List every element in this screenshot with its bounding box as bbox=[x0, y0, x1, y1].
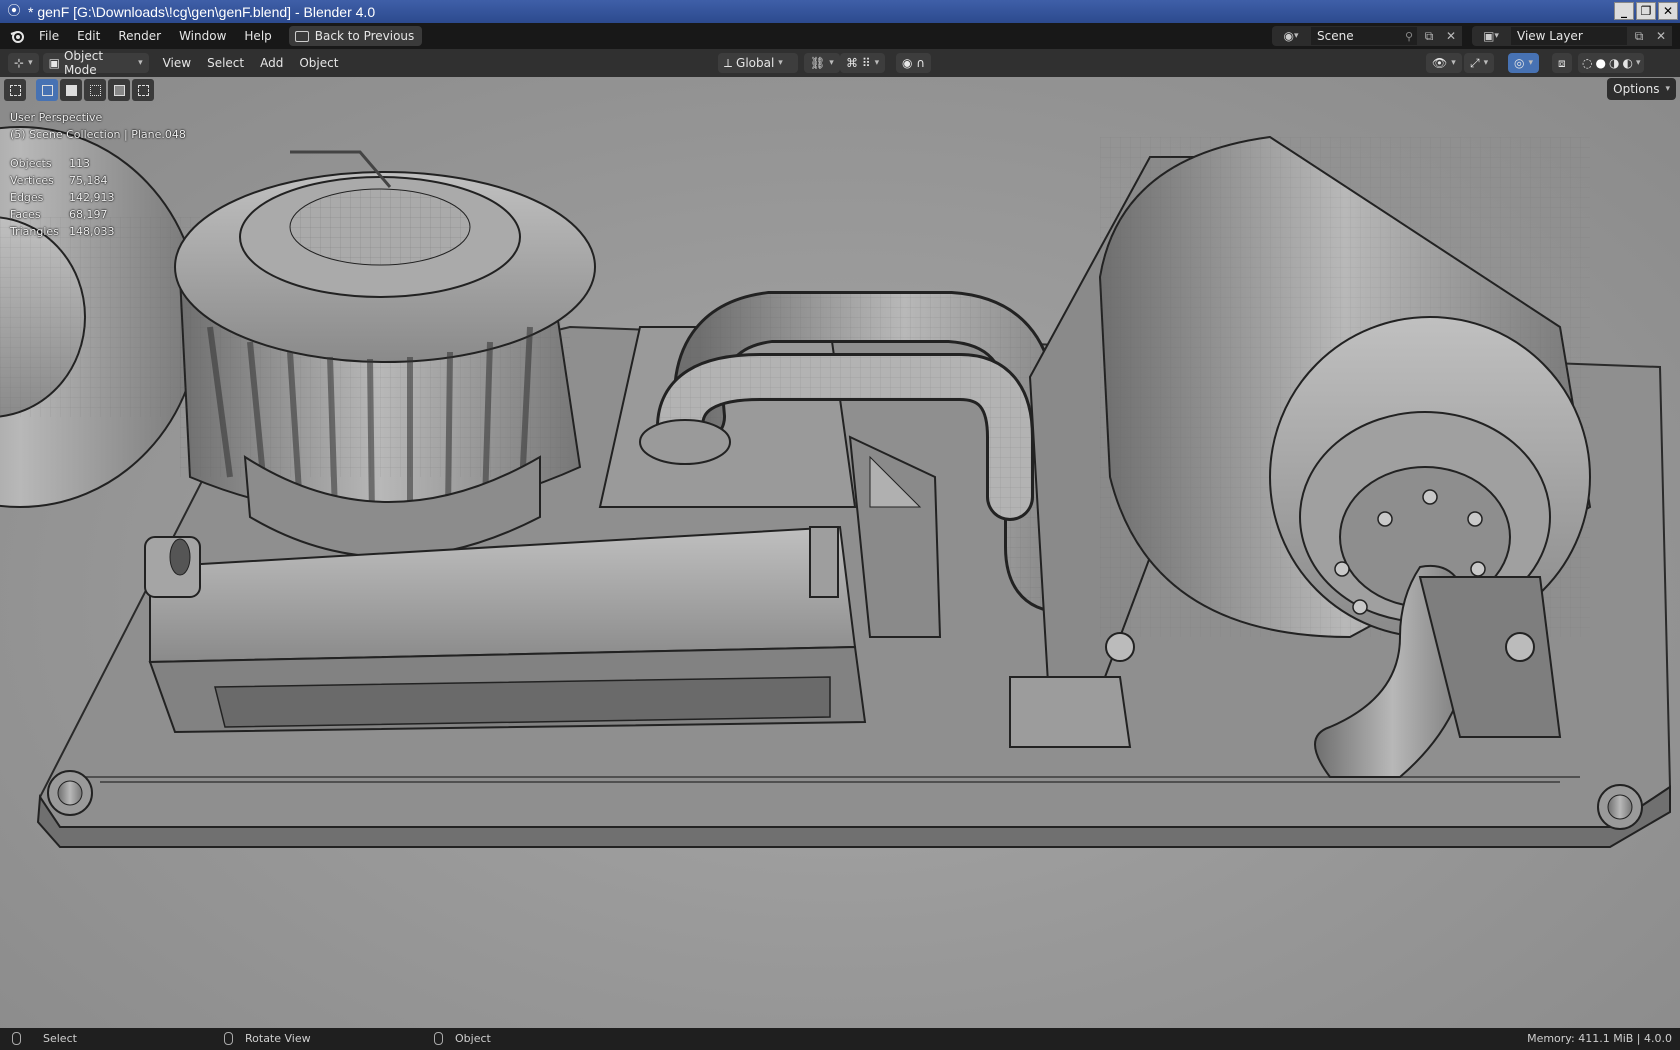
minimize-button[interactable]: _ bbox=[1614, 2, 1634, 20]
mode-dropdown[interactable]: ▣ Object Mode ▾ bbox=[42, 49, 149, 77]
viewport-info-overlay: User Perspective (5) Scene Collection | … bbox=[10, 109, 186, 143]
solid-shading-icon[interactable]: ● bbox=[1595, 56, 1605, 70]
maximize-button[interactable]: ❐ bbox=[1636, 2, 1656, 20]
chevron-down-icon: ▾ bbox=[138, 58, 143, 68]
editor-type-button[interactable]: ⊹ ▾ bbox=[8, 53, 39, 73]
visibility-button[interactable]: 👁 ▾ bbox=[1426, 53, 1462, 73]
orientation-icon: ⟂ bbox=[724, 55, 733, 70]
screen-icon bbox=[294, 30, 309, 42]
window-title: * genF [G:\Downloads\!cg\gen\genF.blend]… bbox=[28, 3, 376, 20]
rendered-shading-icon[interactable]: ◐ bbox=[1622, 56, 1632, 70]
memory-usage: Memory: 411.1 MiB | 4.0.0 bbox=[1527, 1032, 1672, 1045]
gizmo-toggle[interactable]: ⤢ ▾ bbox=[1464, 53, 1495, 73]
menu-add[interactable]: Add bbox=[252, 56, 291, 70]
right-mouse-icon bbox=[434, 1032, 443, 1045]
title-bar: ⦿ * genF [G:\Downloads\!cg\gen\genF.blen… bbox=[0, 0, 1680, 23]
transform-orientation-dropdown[interactable]: ⟂ Global ▾ bbox=[718, 53, 798, 73]
new-view-layer-icon[interactable]: ⧉ bbox=[1628, 26, 1650, 46]
menu-view[interactable]: View bbox=[155, 56, 199, 70]
menu-file[interactable]: File bbox=[30, 23, 68, 49]
stat-row: Vertices 75,184 bbox=[10, 174, 108, 187]
object-mode-icon: ▣ bbox=[48, 56, 60, 70]
status-select-hint: Select bbox=[12, 1032, 77, 1045]
select-box-new-icon[interactable] bbox=[36, 79, 58, 101]
status-object-hint: Object bbox=[434, 1032, 491, 1045]
options-dropdown[interactable]: Options ▾ bbox=[1607, 78, 1676, 100]
status-bar: Select Rotate View Object Memory: 411.1 … bbox=[0, 1028, 1680, 1050]
new-scene-icon[interactable]: ⧉ bbox=[1418, 26, 1440, 46]
material-shading-icon[interactable]: ◑ bbox=[1609, 56, 1619, 70]
menu-help[interactable]: Help bbox=[235, 23, 280, 49]
blender-logo-icon: ⦿ bbox=[7, 3, 21, 19]
3d-viewport[interactable]: Options ▾ bbox=[0, 77, 1680, 1028]
scene-name-field[interactable]: Scene ⚲ bbox=[1310, 26, 1418, 46]
select-box-subtract-icon[interactable] bbox=[84, 79, 106, 101]
3d-viewport-icon: ⊹ bbox=[14, 56, 25, 70]
view-layer-selector: ▣ ▾ View Layer ⧉ ✕ bbox=[1472, 26, 1672, 46]
scene-name: Scene bbox=[1317, 29, 1354, 43]
select-box-invert-icon[interactable] bbox=[108, 79, 130, 101]
menu-edit[interactable]: Edit bbox=[68, 23, 109, 49]
mode-label: Object Mode bbox=[63, 49, 104, 77]
scene-browse-icon[interactable]: ◉ ▾ bbox=[1272, 26, 1310, 46]
stat-row: Faces 68,197 bbox=[10, 208, 108, 221]
menu-window[interactable]: Window bbox=[170, 23, 235, 49]
left-mouse-icon bbox=[12, 1032, 21, 1045]
shading-modes[interactable]: ◌ ● ◑ ◐ ▾ bbox=[1578, 53, 1645, 73]
perspective-label: User Perspective bbox=[10, 111, 103, 124]
view-layer-name: View Layer bbox=[1517, 29, 1583, 43]
tool-settings-icon[interactable] bbox=[4, 79, 26, 101]
middle-mouse-icon bbox=[224, 1032, 233, 1045]
select-tools-row bbox=[4, 79, 154, 101]
snap-toggle[interactable]: ⌘ ⠿ ▾ bbox=[840, 53, 886, 73]
stat-row: Edges 142,913 bbox=[10, 191, 115, 204]
scene-statistics: Objects 113 Vertices 75,184 Edges 142,913 F… bbox=[10, 155, 115, 240]
delete-scene-icon[interactable]: ✕ bbox=[1440, 26, 1462, 46]
stat-row: Triangles 148,033 bbox=[10, 225, 115, 238]
pivot-point-button[interactable]: ⛓ ▾ bbox=[804, 53, 840, 73]
xray-toggle[interactable]: ⧈ bbox=[1552, 53, 1572, 73]
back-to-previous-label: Back to Previous bbox=[314, 29, 415, 43]
viewport-header: ⊹ ▾ ▣ Object Mode ▾ View Select Add Objec… bbox=[0, 49, 1680, 77]
menu-object[interactable]: Object bbox=[291, 56, 346, 70]
orientation-label: Global bbox=[736, 56, 775, 70]
scene-selector: ◉ ▾ Scene ⚲ ⧉ ✕ bbox=[1272, 26, 1462, 46]
select-box-intersect-icon[interactable] bbox=[132, 79, 154, 101]
menu-select[interactable]: Select bbox=[199, 56, 252, 70]
view-layer-field[interactable]: View Layer bbox=[1510, 26, 1628, 46]
pin-icon[interactable]: ⚲ bbox=[1405, 30, 1413, 43]
close-button[interactable]: ✕ bbox=[1658, 2, 1678, 20]
top-menu-bar: File Edit Render Window Help Back to Pre… bbox=[0, 23, 1680, 49]
stat-row: Objects 113 bbox=[10, 157, 90, 170]
status-rotate-hint: Rotate View bbox=[224, 1032, 311, 1045]
back-to-previous-button[interactable]: Back to Previous bbox=[288, 26, 423, 46]
select-box-extend-icon[interactable] bbox=[60, 79, 82, 101]
blender-menu-icon[interactable] bbox=[4, 23, 30, 49]
view-layer-browse-icon[interactable]: ▣ ▾ bbox=[1472, 26, 1510, 46]
proportional-edit-toggle[interactable]: ◉ ∩ bbox=[896, 53, 932, 73]
menu-render[interactable]: Render bbox=[109, 23, 170, 49]
wireframe-shading-icon[interactable]: ◌ bbox=[1582, 56, 1592, 70]
collection-label: (5) Scene Collection | Plane.048 bbox=[10, 128, 186, 141]
chevron-down-icon: ▾ bbox=[1665, 84, 1670, 94]
options-label: Options bbox=[1613, 82, 1660, 96]
overlays-toggle[interactable]: ◎ ▾ bbox=[1508, 53, 1540, 73]
window-controls: _ ❐ ✕ bbox=[1614, 2, 1678, 20]
scene-render bbox=[0, 126, 1672, 848]
delete-view-layer-icon[interactable]: ✕ bbox=[1650, 26, 1672, 46]
